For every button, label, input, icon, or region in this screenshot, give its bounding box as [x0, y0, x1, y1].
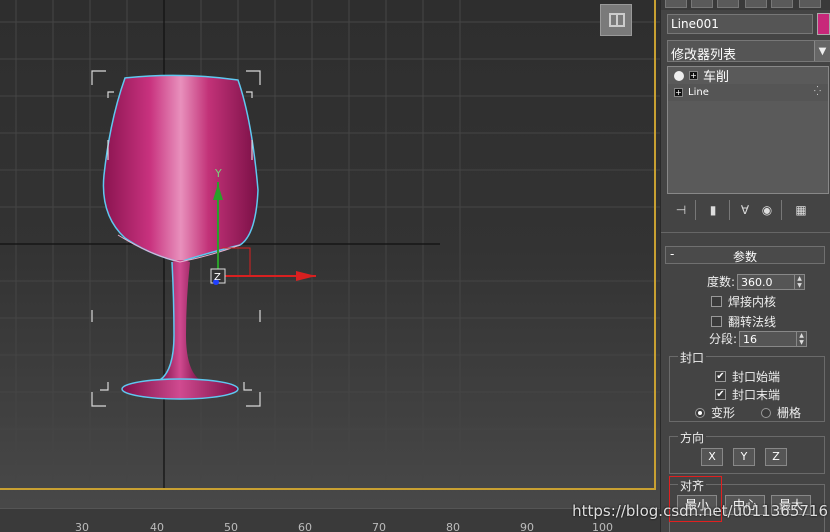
display-tab[interactable]: [771, 0, 793, 8]
flip-normals-checkbox[interactable]: [711, 316, 722, 327]
ruler-tick: 100: [592, 521, 613, 532]
direction-z-button[interactable]: Z: [765, 448, 787, 466]
weld-core-row[interactable]: 焊接内核: [711, 293, 776, 310]
hierarchy-tab[interactable]: [717, 0, 739, 8]
ruler-tick: 80: [446, 521, 460, 532]
grid-row[interactable]: 栅格: [761, 404, 801, 421]
cap-end-row[interactable]: ✔ 封口末端: [715, 386, 780, 403]
flip-normals-label: 翻转法线: [728, 315, 777, 329]
watermark: https://blog.csdn.net/u011365716: [572, 502, 828, 520]
flip-normals-row[interactable]: 翻转法线: [711, 313, 776, 330]
parameters-rollout-header[interactable]: - 参数: [665, 246, 825, 264]
gizmo-y-label: Y: [214, 167, 222, 180]
direction-label: 方向: [678, 429, 707, 446]
chevron-down-icon: ▼: [814, 41, 830, 61]
degrees-row: 度数: 360.0 ▲ ▼: [707, 273, 806, 290]
subobject-dots-icon: ⁛: [813, 87, 822, 97]
align-label: 对齐: [678, 477, 707, 494]
lightbulb-icon[interactable]: [674, 70, 684, 81]
command-panel-tabs: [661, 0, 830, 10]
modifier-list-dropdown[interactable]: 修改器列表 ▼: [667, 40, 830, 63]
expand-icon[interactable]: +: [689, 71, 698, 80]
motion-tab[interactable]: [745, 0, 767, 8]
command-panel: Line001 修改器列表 ▼ + 车削 + Line ⁛ ⊣ ▮ ∀ ◉ ▦ …: [660, 0, 830, 532]
cap-end-checkbox[interactable]: ✔: [715, 389, 726, 400]
ruler-tick: 90: [520, 521, 534, 532]
modify-tab[interactable]: [691, 0, 713, 8]
cap-start-checkbox[interactable]: ✔: [715, 371, 726, 382]
expand-icon[interactable]: +: [674, 88, 683, 97]
viewport-layout-button[interactable]: [600, 4, 632, 36]
segments-value: 16: [743, 332, 758, 346]
time-ruler[interactable]: 30 40 50 60 70 80 90 100: [0, 508, 660, 532]
object-name-field[interactable]: Line001: [667, 14, 813, 34]
segments-spinner[interactable]: 16 ▲ ▼: [739, 330, 808, 347]
create-tab[interactable]: [665, 0, 687, 8]
morph-label: 变形: [711, 406, 736, 420]
object-color-swatch[interactable]: [817, 13, 830, 35]
show-end-result-icon[interactable]: ▮: [705, 202, 721, 218]
direction-x-button[interactable]: X: [701, 448, 723, 466]
stack-item-lathe[interactable]: + 车削: [668, 67, 828, 85]
grid-label: 栅格: [777, 406, 802, 420]
stack-item-label: 车削: [703, 70, 730, 85]
configure-sets-icon[interactable]: ▦: [793, 202, 809, 218]
gizmo-z-label: Z: [214, 272, 221, 283]
remove-modifier-icon[interactable]: ◉: [759, 202, 775, 218]
ruler-tick: 50: [224, 521, 238, 532]
stack-item-label: Line: [688, 87, 709, 98]
weld-core-checkbox[interactable]: [711, 296, 722, 307]
direction-y-button[interactable]: Y: [733, 448, 755, 466]
parameters-title: 参数: [732, 250, 757, 264]
utilities-tab[interactable]: [799, 0, 821, 8]
ruler-tick: 40: [150, 521, 164, 532]
cap-start-label: 封口始端: [732, 370, 781, 384]
perspective-viewport[interactable]: Y Z 30 40 50 60 70 80 90 100: [0, 0, 660, 532]
stack-item-line[interactable]: + Line ⁛: [668, 84, 828, 101]
capping-label: 封口: [678, 349, 707, 366]
viewport-grid: Y Z: [0, 0, 660, 490]
cap-start-row[interactable]: ✔ 封口始端: [715, 368, 780, 385]
modifier-list-label: 修改器列表: [671, 48, 737, 63]
ruler-tick: 60: [298, 521, 312, 532]
make-unique-icon[interactable]: ∀: [737, 202, 753, 218]
modifier-stack[interactable]: + 车削 + Line ⁛: [667, 66, 829, 194]
viewport-layout-icon: [609, 13, 625, 27]
cap-end-label: 封口末端: [732, 388, 781, 402]
degrees-spinner[interactable]: 360.0 ▲ ▼: [737, 273, 806, 290]
ruler-tick: 30: [75, 521, 89, 532]
grid-radio[interactable]: [761, 407, 771, 418]
morph-row[interactable]: 变形: [695, 404, 735, 421]
weld-core-label: 焊接内核: [728, 295, 777, 309]
segments-label: 分段:: [709, 332, 738, 346]
degrees-label: 度数:: [707, 275, 736, 289]
stack-toolbar: ⊣ ▮ ∀ ◉ ▦: [667, 200, 829, 220]
spinner-arrows-icon[interactable]: ▲ ▼: [794, 274, 804, 289]
segments-row: 分段: 16 ▲ ▼: [709, 330, 808, 347]
ruler-tick: 70: [372, 521, 386, 532]
pin-stack-icon[interactable]: ⊣: [673, 202, 689, 218]
spinner-arrows-icon[interactable]: ▲ ▼: [796, 331, 806, 346]
degrees-value: 360.0: [741, 275, 773, 289]
morph-radio[interactable]: [695, 407, 705, 418]
